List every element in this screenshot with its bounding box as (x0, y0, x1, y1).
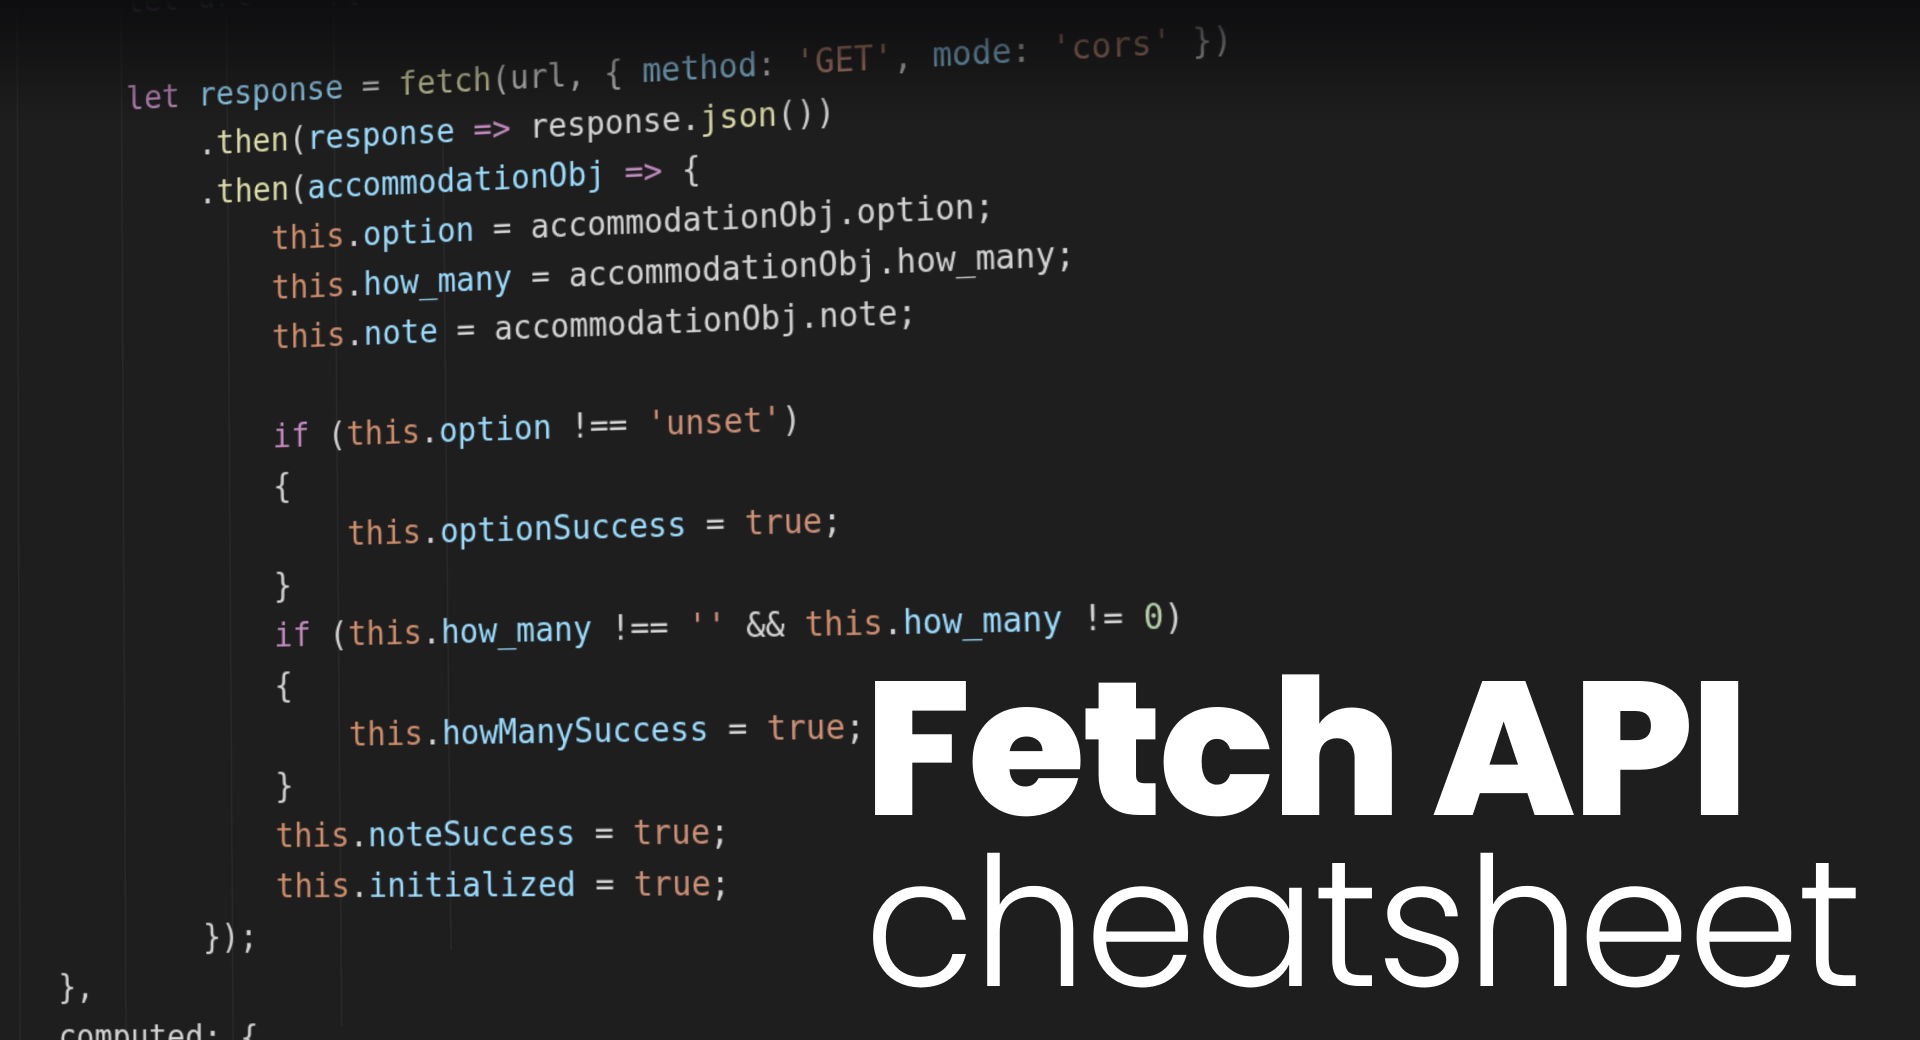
editor-scene: M on.vue vue M M 81 option: function(old… (0, 0, 1920, 1040)
code-text[interactable]: }, (0, 969, 94, 1006)
code-text[interactable]: this.howManySuccess = true; (0, 709, 865, 760)
code-line[interactable]: 104 }); (0, 904, 1920, 963)
code-text[interactable]: }); (0, 919, 258, 957)
code-text[interactable]: { (0, 668, 293, 711)
code-text[interactable]: } (0, 568, 292, 613)
code-line[interactable]: 105 }, (0, 961, 1920, 1018)
code-text[interactable]: { (0, 468, 292, 515)
code-editor[interactable]: 81 option: function(oldVal, newVal){ thi… (0, 0, 1920, 1040)
code-text[interactable]: } (0, 768, 294, 809)
code-text[interactable]: this.noteSuccess = true; (0, 814, 730, 858)
code-line[interactable]: 106 computed: { (0, 1012, 1920, 1040)
code-text[interactable]: this.initialized = true; (0, 865, 730, 907)
code-text[interactable]: computed: { (0, 1019, 259, 1040)
viewport: M on.vue vue M M 81 option: function(old… (0, 0, 1920, 1040)
